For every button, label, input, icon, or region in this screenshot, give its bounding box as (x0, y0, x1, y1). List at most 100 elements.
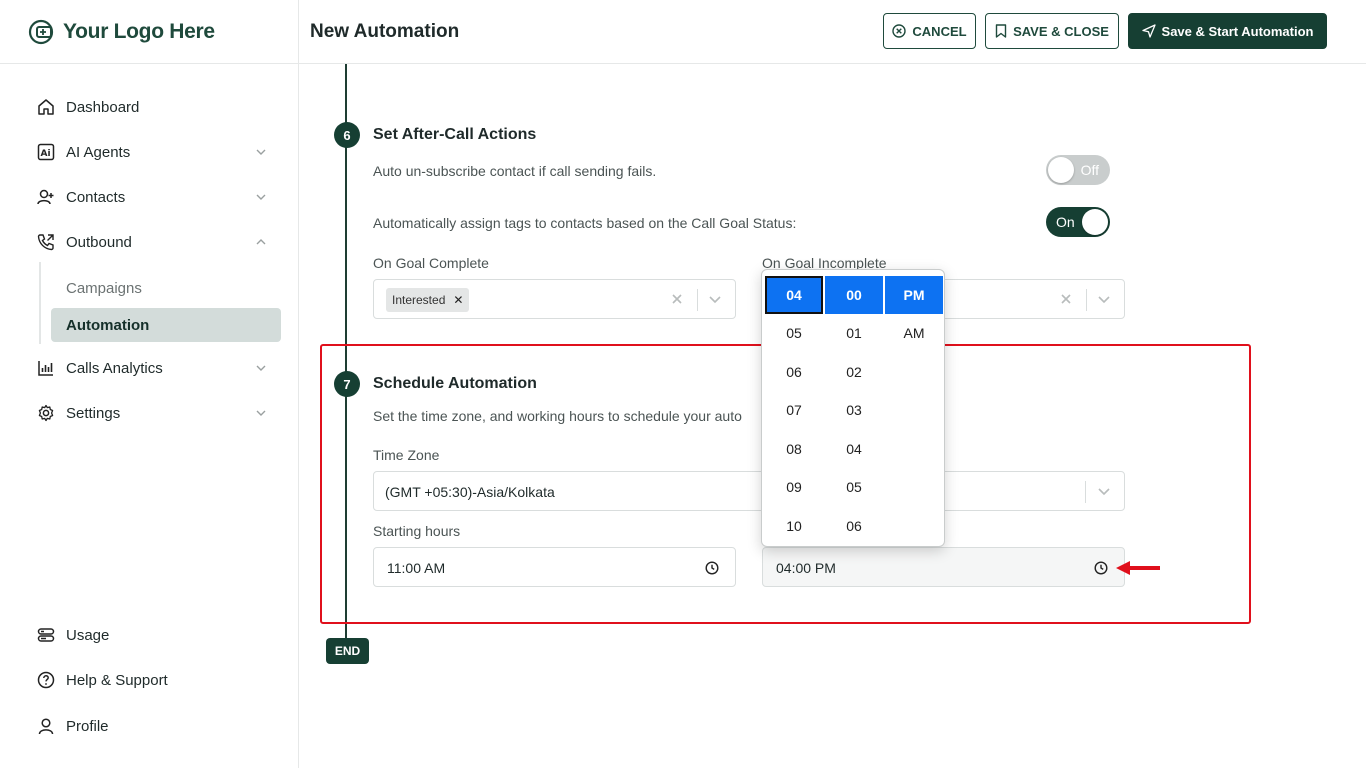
period-option[interactable]: PM (885, 276, 943, 314)
home-icon (36, 97, 56, 117)
top-header: New Automation CANCEL SAVE & CLOSE Save … (299, 0, 1366, 64)
starting-hours-label: Starting hours (373, 523, 461, 539)
toggle-knob (1082, 209, 1108, 235)
phone-outbound-icon (36, 232, 56, 252)
step-number-badge: 6 (334, 122, 360, 148)
sidebar-item-profile[interactable]: Profile (36, 711, 276, 741)
sidebar-item-label: Contacts (66, 188, 126, 206)
section-title: Schedule Automation (373, 375, 537, 392)
cancel-button-label: CANCEL (912, 23, 967, 39)
svg-text:Ai: Ai (41, 149, 51, 159)
ending-hours-input[interactable]: 04:00 PM (762, 547, 1125, 587)
section-title: Set After-Call Actions (373, 126, 537, 143)
unsubscribe-toggle[interactable]: Off (1046, 155, 1110, 185)
logo-mark-icon (28, 19, 54, 45)
sidebar-item-label: Usage (66, 626, 110, 644)
starting-hours-value: 11:00 AM (387, 560, 446, 576)
sidebar-item-label: Dashboard (66, 98, 140, 116)
timezone-label: Time Zone (373, 447, 440, 463)
save-close-button[interactable]: SAVE & CLOSE (985, 13, 1119, 49)
end-badge: END (326, 638, 369, 664)
sidebar-item-label: Help & Support (66, 671, 168, 689)
ai-agents-icon: Ai (36, 142, 56, 162)
sidebar-subitem-automation[interactable]: Automation (51, 308, 281, 342)
logo-text: Your Logo Here (63, 20, 215, 43)
hour-option[interactable]: 05 (765, 314, 823, 352)
clear-icon[interactable] (670, 292, 684, 306)
assign-tags-toggle[interactable]: On (1046, 207, 1110, 237)
divider (0, 63, 299, 64)
chevron-down-icon (256, 410, 266, 416)
sidebar-item-help-support[interactable]: Help & Support (36, 665, 276, 695)
usage-icon (36, 625, 56, 645)
goal-complete-label: On Goal Complete (373, 255, 489, 271)
assign-tags-description: Automatically assign tags to contacts ba… (373, 215, 797, 231)
hour-option[interactable]: 10 (765, 507, 823, 545)
clock-icon[interactable] (705, 561, 719, 575)
clear-icon[interactable] (1059, 292, 1073, 306)
chevron-down-icon (256, 365, 266, 371)
chevron-down-icon[interactable] (1096, 293, 1112, 307)
minute-option[interactable]: 05 (825, 468, 883, 506)
minute-option[interactable]: 06 (825, 507, 883, 545)
hour-option[interactable]: 04 (765, 276, 823, 314)
sidebar-item-label: Settings (66, 404, 121, 422)
schedule-description: Set the time zone, and working hours to … (373, 408, 742, 424)
select-separator (697, 289, 698, 311)
cancel-circle-icon (892, 24, 907, 38)
hour-option[interactable]: 08 (765, 430, 823, 468)
sidebar-item-calls-analytics[interactable]: Calls Analytics (36, 353, 276, 383)
clock-icon[interactable] (1094, 561, 1108, 575)
minute-option[interactable]: 04 (825, 430, 883, 468)
hour-option[interactable]: 06 (765, 353, 823, 391)
toggle-label: Off (1080, 162, 1099, 178)
chevron-up-icon (256, 239, 266, 245)
user-icon (36, 716, 56, 736)
tag-chip: Interested ✕ (386, 288, 470, 312)
bar-chart-icon (36, 358, 56, 378)
hour-option[interactable]: 07 (765, 391, 823, 429)
bookmark-icon (995, 24, 1007, 38)
minute-option[interactable]: 01 (825, 314, 883, 352)
tag-chip-label: Interested (392, 293, 446, 307)
chevron-down-icon (256, 194, 266, 200)
chevron-down-icon[interactable] (707, 293, 723, 307)
hour-option[interactable]: 09 (765, 468, 823, 506)
sidebar-item-outbound[interactable]: Outbound (36, 227, 276, 257)
sidebar-item-settings[interactable]: Settings (36, 398, 276, 428)
gear-icon (36, 403, 56, 423)
cancel-button[interactable]: CANCEL (883, 13, 976, 49)
help-icon (36, 670, 56, 690)
timezone-select[interactable]: (GMT +05:30)-Asia/Kolkata (373, 471, 1125, 511)
chevron-down-icon[interactable] (1096, 485, 1112, 499)
starting-hours-input[interactable]: 11:00 AM (373, 547, 736, 587)
toggle-label: On (1056, 214, 1075, 230)
add-user-icon (36, 187, 56, 207)
minute-option[interactable]: 03 (825, 391, 883, 429)
page-title: New Automation (310, 21, 460, 42)
brand-logo[interactable]: Your Logo Here (27, 14, 215, 50)
sidebar: Your Logo Here Dashboard Ai AI Agents Co… (0, 0, 299, 768)
toggle-knob (1048, 157, 1074, 183)
unsubscribe-description: Auto un-subscribe contact if call sendin… (373, 163, 657, 179)
goal-complete-select[interactable]: Interested ✕ (373, 279, 736, 319)
save-close-button-label: SAVE & CLOSE (1013, 23, 1109, 39)
save-start-button[interactable]: Save & Start Automation (1128, 13, 1327, 49)
send-icon (1141, 24, 1156, 38)
step-number-badge: 7 (334, 371, 360, 397)
sidebar-item-dashboard[interactable]: Dashboard (36, 92, 276, 122)
red-arrow-annotation-icon (1116, 561, 1160, 575)
sidebar-item-label: Profile (66, 717, 109, 735)
sidebar-subitem-campaigns[interactable]: Campaigns (51, 271, 281, 305)
save-start-button-label: Save & Start Automation (1161, 23, 1314, 39)
sidebar-item-usage[interactable]: Usage (36, 620, 276, 650)
period-option[interactable]: AM (885, 314, 943, 352)
sidebar-item-ai-agents[interactable]: Ai AI Agents (36, 137, 276, 167)
minute-option[interactable]: 02 (825, 353, 883, 391)
time-picker-dropdown: 04 05 06 07 08 09 10 00 01 02 03 04 05 0… (761, 269, 945, 547)
minute-option[interactable]: 00 (825, 276, 883, 314)
chevron-down-icon (256, 149, 266, 155)
remove-tag-icon[interactable]: ✕ (453, 293, 463, 307)
ending-hours-value: 04:00 PM (776, 560, 836, 576)
sidebar-item-contacts[interactable]: Contacts (36, 182, 276, 212)
